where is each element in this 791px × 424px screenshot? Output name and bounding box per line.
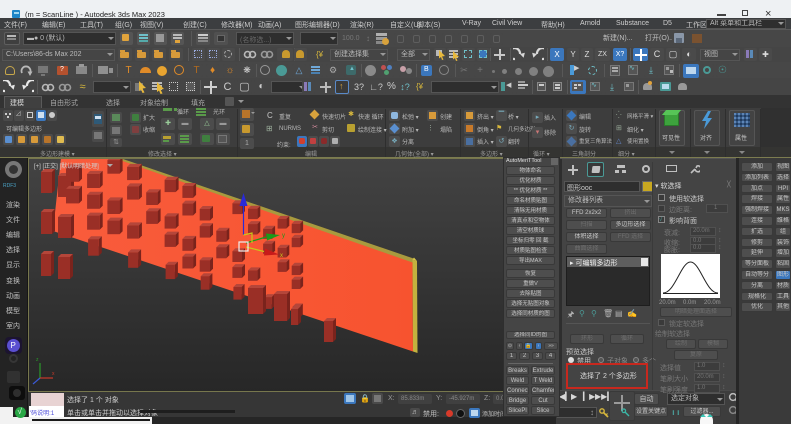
- svg-text:x: x: [280, 253, 283, 259]
- svg-text:y: y: [282, 233, 285, 239]
